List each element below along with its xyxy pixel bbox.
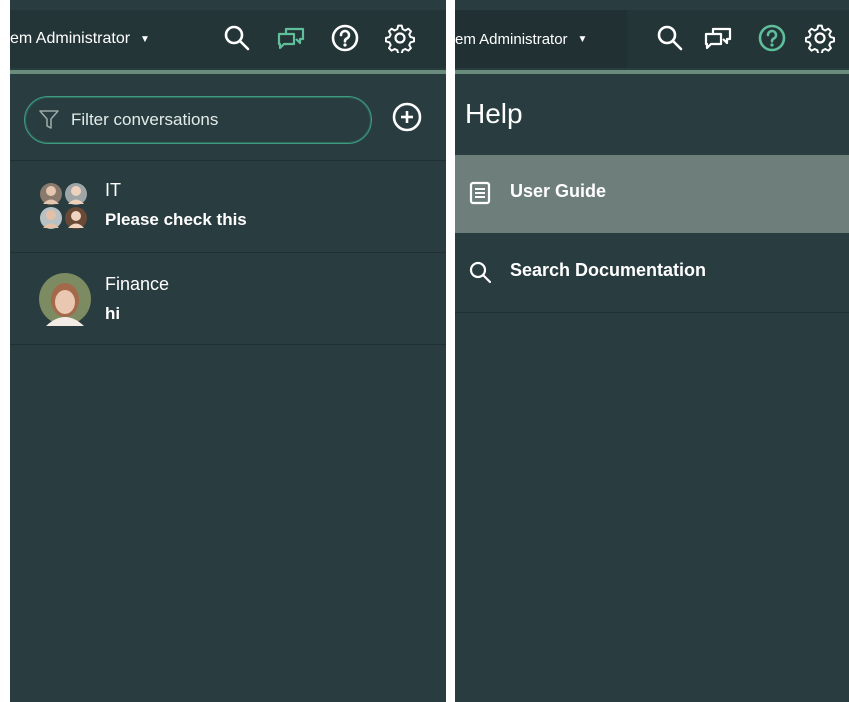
filter-icon — [39, 110, 59, 129]
conversation-title: IT — [105, 180, 121, 200]
divider — [10, 344, 446, 345]
conversations-icon[interactable] — [276, 23, 306, 53]
conversation-message: Please check this — [105, 210, 247, 229]
filter-input[interactable] — [69, 103, 363, 137]
search-icon[interactable] — [222, 23, 252, 53]
divider — [10, 160, 446, 161]
conversations-panel: em Administrator ▼ IT Please check this — [10, 0, 446, 702]
conversations-icon[interactable] — [703, 23, 733, 53]
help-item-search-documentation[interactable]: Search Documentation — [455, 234, 849, 312]
user-menu-label: em Administrator — [10, 30, 131, 47]
user-menu[interactable]: em Administrator ▼ — [455, 25, 587, 53]
conversation-title: Finance — [105, 274, 170, 294]
help-panel: em Administrator ▼ Help User Guide Searc… — [455, 0, 849, 702]
divider — [455, 312, 849, 313]
group-avatar — [40, 183, 87, 229]
caret-down-icon: ▼ — [577, 33, 588, 45]
conversation-item-it[interactable]: IT Please check this — [10, 162, 446, 252]
filter-field[interactable] — [24, 96, 372, 144]
add-conversation-button[interactable] — [391, 101, 423, 133]
help-item-user-guide[interactable]: User Guide — [455, 155, 849, 233]
settings-icon[interactable] — [805, 23, 835, 53]
user-avatar — [39, 273, 91, 326]
divider — [10, 252, 446, 253]
search-icon — [469, 261, 491, 284]
caret-down-icon: ▼ — [140, 33, 150, 45]
conversation-message: hi — [105, 304, 121, 323]
help-icon[interactable] — [757, 23, 787, 53]
header-underline — [455, 70, 849, 74]
plus-circle-icon — [392, 102, 422, 132]
help-icon[interactable] — [330, 23, 360, 53]
user-menu-label: em Administrator — [455, 30, 568, 48]
document-icon — [469, 181, 491, 205]
help-item-label: Search Documentation — [510, 260, 707, 280]
help-title: Help — [465, 98, 523, 129]
settings-icon[interactable] — [385, 23, 415, 53]
user-menu[interactable]: em Administrator ▼ — [10, 25, 150, 53]
header-underline — [10, 70, 446, 74]
search-icon[interactable] — [655, 23, 685, 53]
help-item-label: User Guide — [510, 181, 607, 201]
conversation-item-finance[interactable]: Finance hi — [10, 254, 446, 344]
